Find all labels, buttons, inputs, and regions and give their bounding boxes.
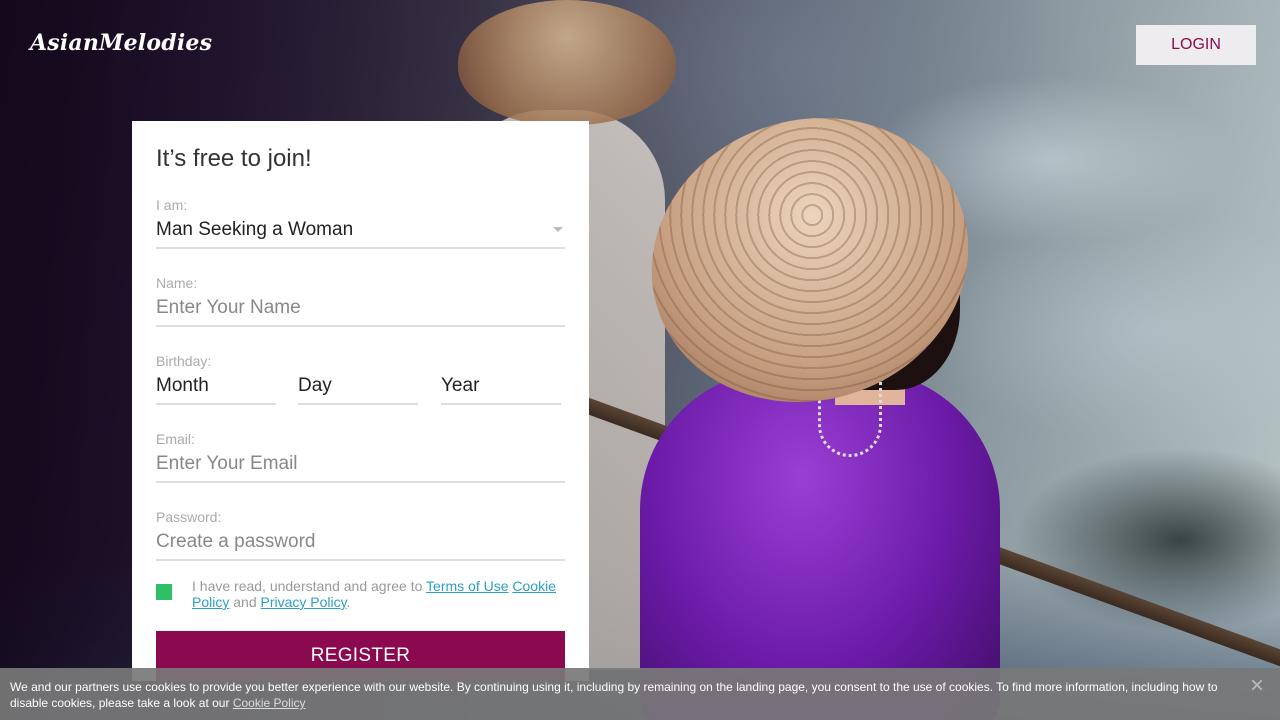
email-input[interactable]: [156, 449, 565, 479]
password-field-wrapper: [156, 527, 565, 561]
registration-form: It’s free to join! I am: Man Seeking a W…: [132, 121, 589, 681]
site-logo[interactable]: AsianMelodies: [30, 30, 212, 56]
privacy-policy-link[interactable]: Privacy Policy: [261, 594, 347, 610]
password-input[interactable]: [156, 527, 565, 557]
birthday-month-select[interactable]: Month: [156, 371, 276, 405]
form-title: It’s free to join!: [156, 145, 312, 172]
name-label: Name:: [156, 275, 198, 291]
birthday-label: Birthday:: [156, 353, 212, 369]
login-button[interactable]: LOGIN: [1136, 25, 1256, 65]
iam-label: I am:: [156, 197, 188, 213]
iam-select[interactable]: Man Seeking a Woman: [156, 215, 565, 249]
cookie-consent-bar: We and our partners use cookies to provi…: [0, 668, 1280, 720]
consent-checkbox[interactable]: [156, 584, 172, 600]
consent-text-before: I have read, understand and agree to: [192, 578, 427, 594]
birthday-day-select[interactable]: Day: [298, 371, 418, 405]
terms-of-use-link[interactable]: Terms of Use: [426, 578, 508, 594]
cookie-bar-policy-link[interactable]: Cookie Policy: [233, 696, 306, 710]
consent-and: and: [229, 594, 261, 610]
close-icon[interactable]: ×: [1246, 674, 1268, 698]
email-field-wrapper: [156, 449, 565, 483]
chevron-down-icon[interactable]: [553, 227, 563, 232]
consent-text: I have read, understand and agree to Ter…: [192, 578, 572, 610]
name-field-wrapper: [156, 293, 565, 327]
password-label: Password:: [156, 509, 222, 525]
name-input[interactable]: [156, 293, 565, 323]
email-label: Email:: [156, 431, 195, 447]
iam-select-value[interactable]: Man Seeking a Woman: [156, 215, 565, 245]
cookie-bar-text: We and our partners use cookies to provi…: [10, 680, 1218, 710]
birthday-year-select[interactable]: Year: [441, 371, 561, 405]
consent-period: .: [346, 594, 351, 610]
